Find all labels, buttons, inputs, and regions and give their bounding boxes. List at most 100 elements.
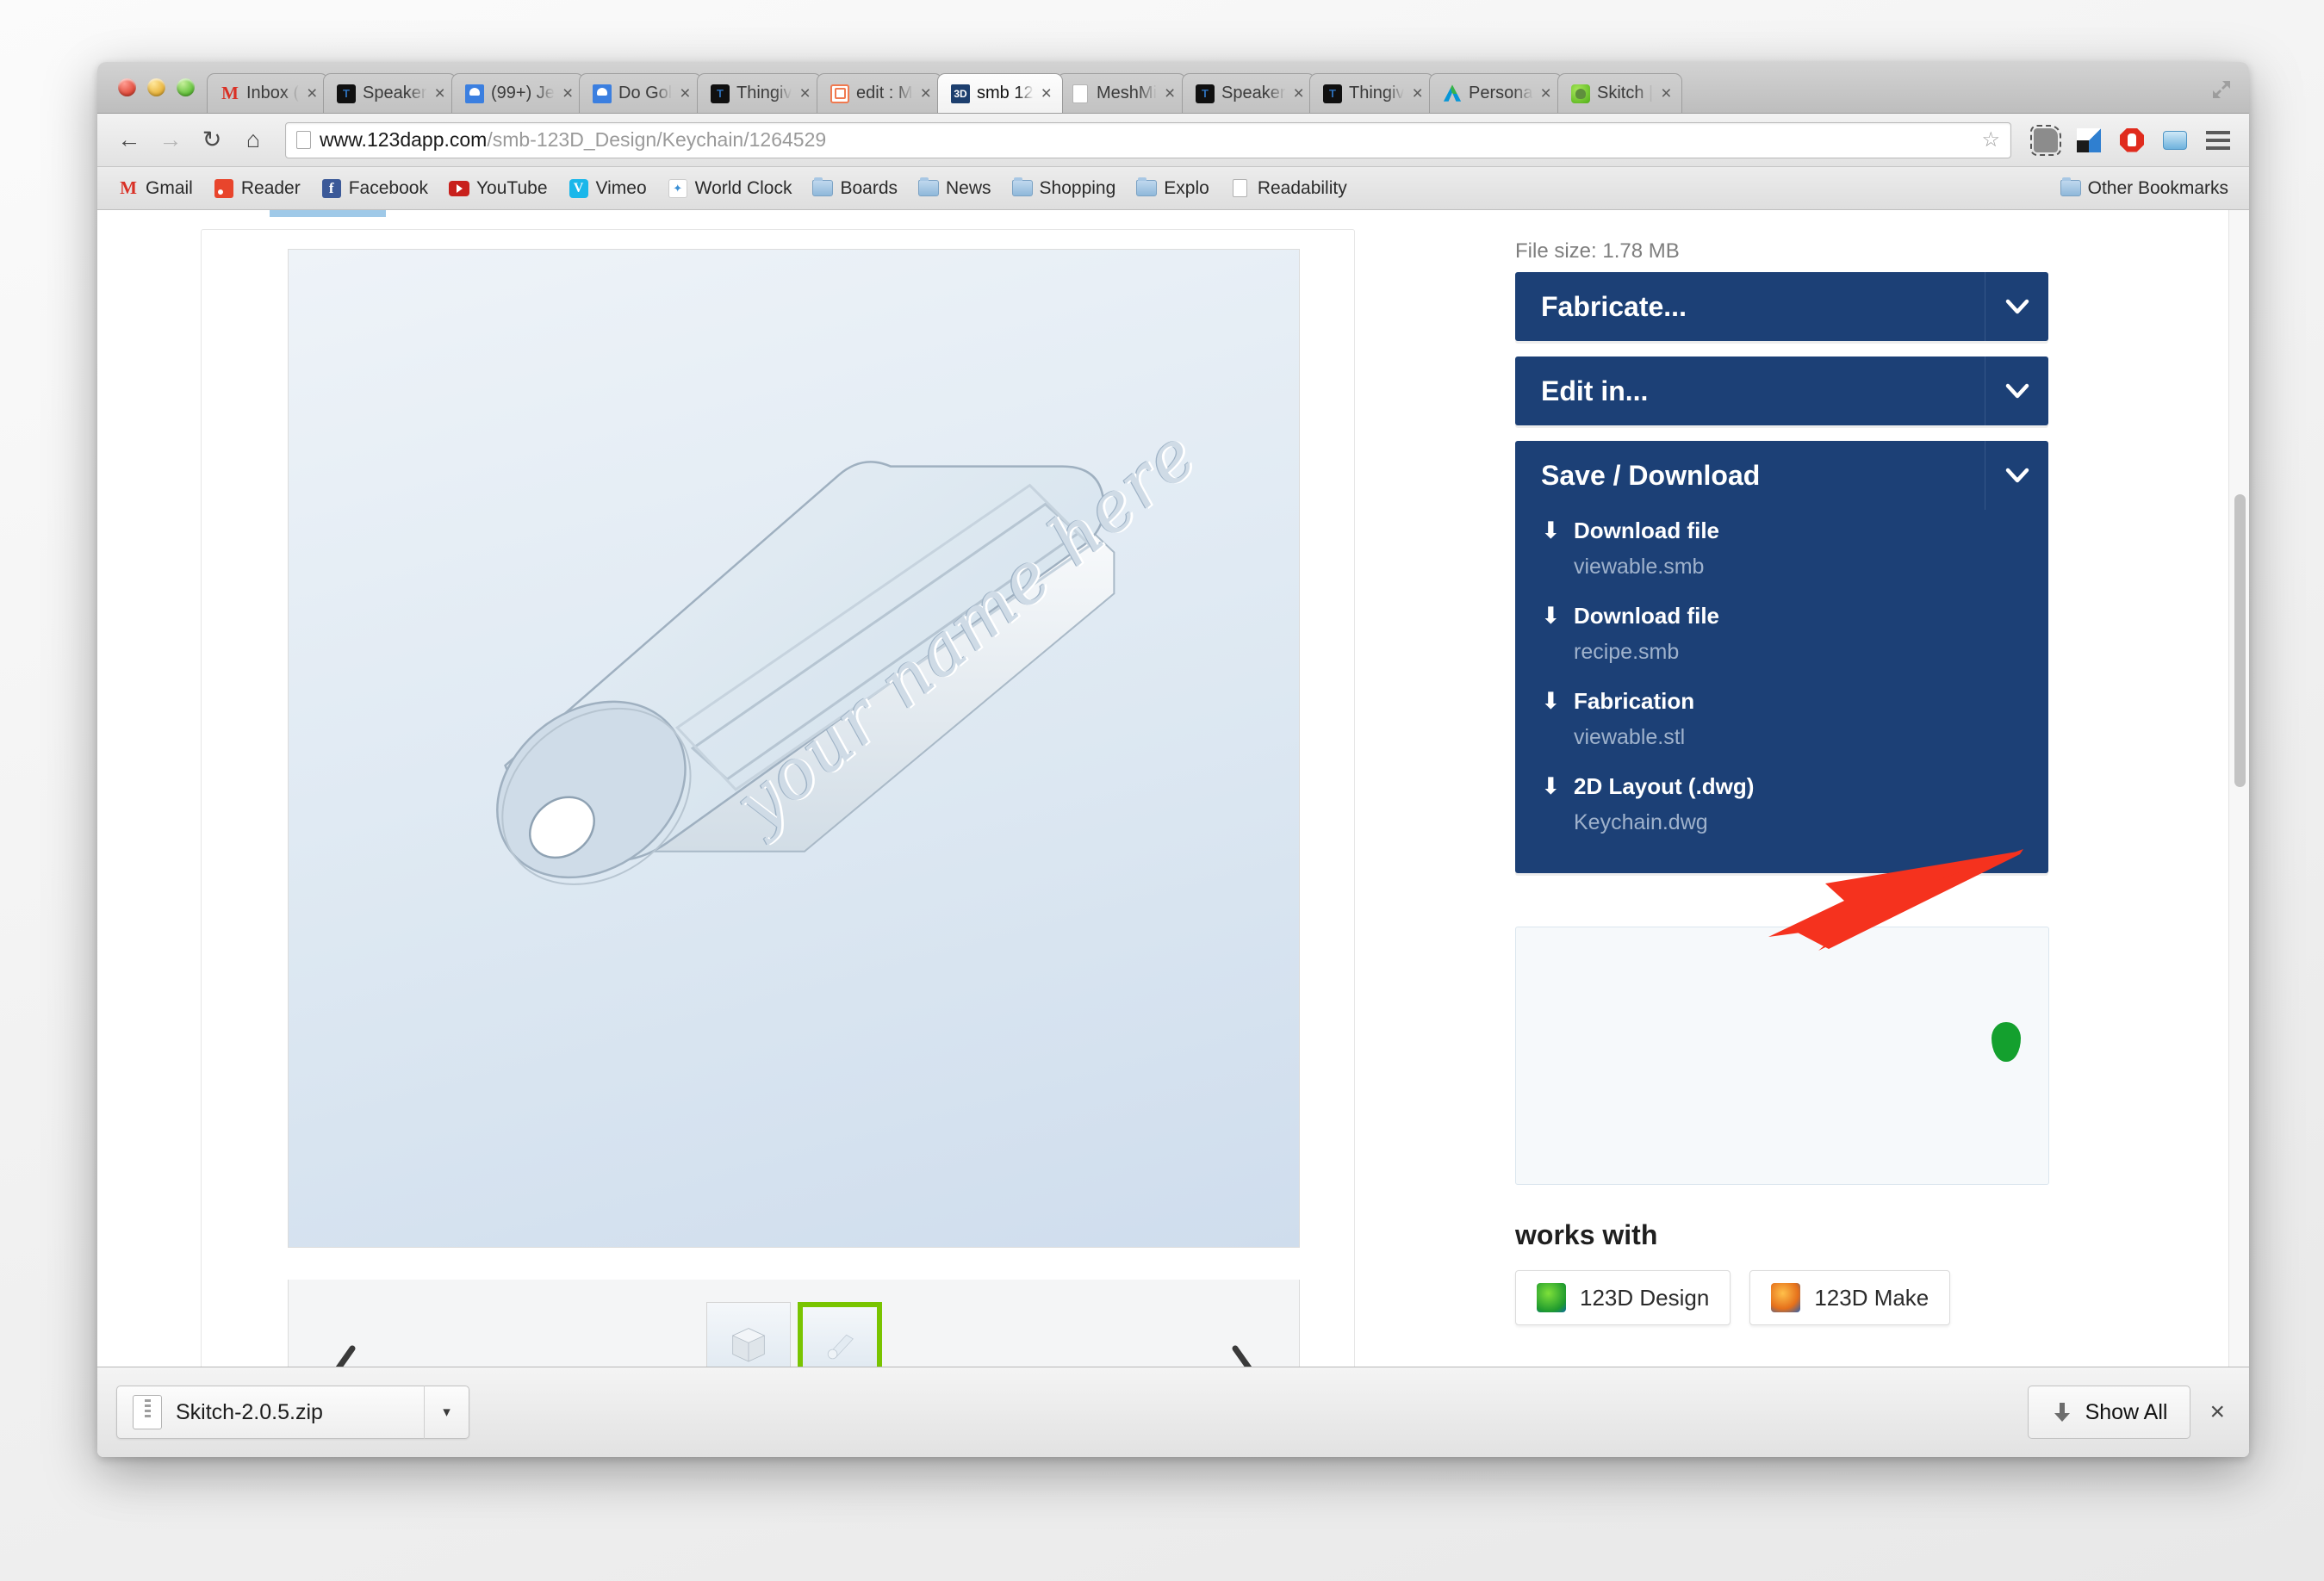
bookmark-vimeo[interactable]: V Vimeo xyxy=(560,175,656,202)
tab-label: Inbox ( xyxy=(246,84,300,102)
bookmark-facebook[interactable]: f Facebook xyxy=(313,175,437,202)
page-scrollbar-thumb[interactable] xyxy=(2234,494,2246,787)
tab-speaker-1[interactable]: T Speaker × xyxy=(323,73,457,113)
skitch-icon xyxy=(1570,84,1591,104)
tab-close-icon[interactable]: × xyxy=(305,84,319,103)
folder-icon xyxy=(1136,177,1158,198)
close-window-button[interactable] xyxy=(118,78,136,96)
zip-file-icon xyxy=(133,1395,162,1429)
chevron-down-icon[interactable] xyxy=(1985,272,2048,341)
tab-close-icon[interactable]: × xyxy=(1411,84,1425,103)
download-viewable-smb[interactable]: ⬇ Download file xyxy=(1541,510,2023,546)
tab-label: Thingiv xyxy=(736,84,792,102)
gmail-icon: M xyxy=(221,83,239,104)
bookmark-explo[interactable]: Explo xyxy=(1128,175,1218,202)
works-with-heading: works with xyxy=(1515,1219,1658,1250)
tab-personal-autodesk[interactable]: Persona × xyxy=(1429,73,1563,113)
download-recipe-smb[interactable]: ⬇ Download file xyxy=(1541,595,2023,631)
google-plus-icon xyxy=(464,84,485,104)
adblock-icon[interactable] xyxy=(2115,123,2149,158)
url-text: www.123dapp.com/smb-123D_Design/Keychain… xyxy=(320,128,826,152)
forward-button[interactable]: → xyxy=(152,122,189,158)
download-2d-layout-dwg[interactable]: ⬇ 2D Layout (.dwg) xyxy=(1541,766,2023,802)
maximize-window-button[interactable] xyxy=(177,78,195,96)
tab-close-icon[interactable]: × xyxy=(1539,84,1553,103)
minimize-window-button[interactable] xyxy=(147,78,165,96)
tab-inbox[interactable]: M Inbox ( × xyxy=(207,73,329,113)
bookmark-news[interactable]: News xyxy=(910,175,1000,202)
tab-skitch[interactable]: Skitch | × xyxy=(1557,73,1683,113)
bookmark-label: Readability xyxy=(1257,177,1347,198)
tab-speaker-2[interactable]: T Speaker × xyxy=(1181,73,1315,113)
bookmark-star-icon[interactable]: ☆ xyxy=(1981,127,2000,152)
123d-design-icon xyxy=(1537,1283,1566,1312)
tab-close-icon[interactable]: × xyxy=(1163,84,1177,103)
tab-google-plus-2[interactable]: Do Gol × xyxy=(579,73,702,113)
chevron-down-glyph xyxy=(2005,383,2029,399)
tab-meshmixer[interactable]: MeshMi × xyxy=(1057,73,1187,113)
bookmark-youtube[interactable]: YouTube xyxy=(440,175,556,202)
vimeo-icon: V xyxy=(569,178,589,198)
tab-close-icon[interactable]: × xyxy=(798,84,811,103)
show-all-downloads-button[interactable]: Show All xyxy=(2027,1386,2191,1439)
blue-box-icon[interactable] xyxy=(2158,123,2192,158)
download-item-menu-caret-icon[interactable]: ▾ xyxy=(424,1386,469,1439)
bookmark-shopping[interactable]: Shopping xyxy=(1004,175,1125,202)
accordion-edit-in[interactable]: Edit in... xyxy=(1515,356,2048,425)
tab-close-icon[interactable]: × xyxy=(918,84,932,103)
home-button[interactable]: ⌂ xyxy=(235,122,271,158)
accordion-fabricate[interactable]: Fabricate... xyxy=(1515,272,2048,341)
evernote-icon[interactable] xyxy=(2029,123,2063,158)
download-item-skitch-zip[interactable]: Skitch-2.0.5.zip ▾ xyxy=(116,1386,469,1439)
tab-google-plus-1[interactable]: (99+) Je × xyxy=(451,73,585,113)
chevron-down-icon[interactable] xyxy=(1985,356,2048,425)
address-bar[interactable]: www.123dapp.com/smb-123D_Design/Keychain… xyxy=(285,121,2011,158)
tab-edit[interactable]: edit : M × xyxy=(816,73,942,113)
app-123d-design[interactable]: 123D Design xyxy=(1515,1270,1731,1325)
tab-close-icon[interactable]: × xyxy=(433,84,447,103)
chrome-menu-icon[interactable] xyxy=(2201,123,2235,158)
download-label: Download file xyxy=(1574,603,1719,629)
app-123d-make[interactable]: 123D Make xyxy=(1749,1270,1951,1325)
tab-close-icon[interactable]: × xyxy=(679,84,693,103)
bookmark-readability[interactable]: Readability xyxy=(1221,175,1356,202)
download-shelf: Skitch-2.0.5.zip ▾ Show All × xyxy=(97,1367,2249,1457)
download-filename: recipe.smb xyxy=(1574,640,1680,664)
bookmark-boards[interactable]: Boards xyxy=(804,175,906,202)
tab-smb-active[interactable]: 3D smb 12 × xyxy=(936,73,1063,113)
download-filename: Keychain.dwg xyxy=(1574,810,1708,834)
file-size-label: File size: 1.78 MB xyxy=(1515,239,1680,263)
accordion-save-download[interactable]: Save / Download ⬇ Download file viewable… xyxy=(1515,441,2048,873)
thingiverse-icon: T xyxy=(1195,84,1215,104)
save-download-menu: ⬇ Download file viewable.smb ⬇ Download … xyxy=(1515,510,2048,873)
accordion-save-download-header[interactable]: Save / Download xyxy=(1515,441,2048,510)
colored-squares-icon[interactable] xyxy=(2072,123,2106,158)
tab-close-icon[interactable]: × xyxy=(1659,84,1673,103)
accordion-fabricate-header[interactable]: Fabricate... xyxy=(1515,272,2048,341)
fullscreen-expand-icon[interactable] xyxy=(2209,78,2234,102)
tab-close-icon[interactable]: × xyxy=(561,84,575,103)
back-button[interactable]: ← xyxy=(111,122,147,158)
tab-thingiverse-1[interactable]: T Thingiv × xyxy=(696,73,822,113)
youtube-icon xyxy=(448,179,469,198)
tab-close-icon[interactable]: × xyxy=(1291,84,1305,103)
tab-close-icon[interactable]: × xyxy=(1039,84,1053,103)
folder-icon xyxy=(812,177,834,198)
bookmark-gmail[interactable]: M Gmail xyxy=(109,175,202,202)
keychain-thumbnail-icon xyxy=(827,1334,854,1359)
bookmark-world-clock[interactable]: ✦ World Clock xyxy=(659,175,801,202)
chevron-down-icon[interactable] xyxy=(1985,441,2048,510)
model-viewer-stage[interactable]: your name here xyxy=(288,249,1300,1248)
download-fabrication-stl[interactable]: ⬇ Fabrication xyxy=(1541,680,2023,716)
accordion-edit-in-header[interactable]: Edit in... xyxy=(1515,356,2048,425)
tab-label: Speaker xyxy=(363,84,427,102)
tab-thingiverse-2[interactable]: T Thingiv × xyxy=(1309,73,1435,113)
close-shelf-icon[interactable]: × xyxy=(2209,1398,2230,1427)
accordion-title: Edit in... xyxy=(1541,375,1649,406)
bookmark-reader[interactable]: Reader xyxy=(205,175,309,202)
tab-label: Do Gol xyxy=(618,84,673,102)
reload-button[interactable]: ↻ xyxy=(194,122,230,158)
page-scrollbar[interactable] xyxy=(2228,210,2249,1410)
bookmark-label: Explo xyxy=(1164,177,1209,198)
other-bookmarks-folder[interactable]: Other Bookmarks xyxy=(2052,175,2237,202)
